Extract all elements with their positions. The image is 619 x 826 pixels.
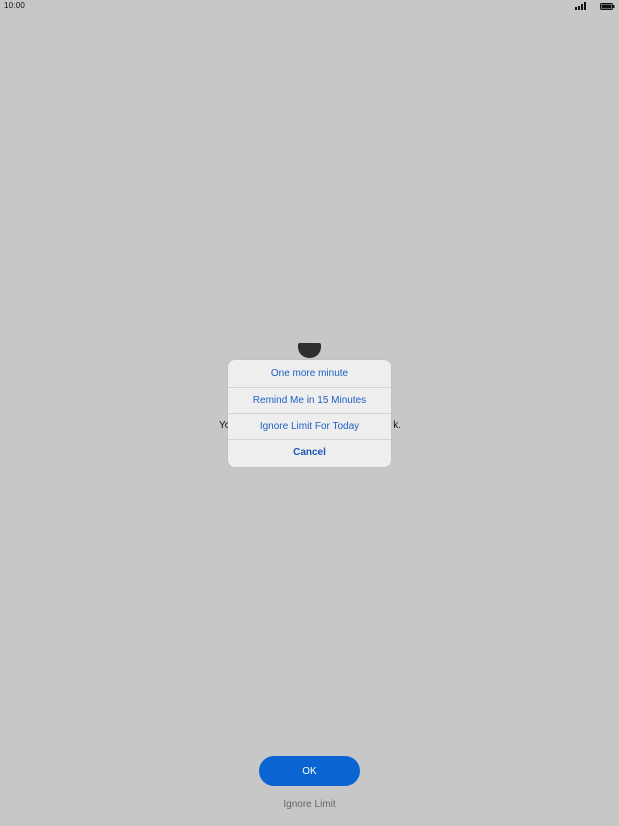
one-more-minute-option[interactable]: One more minute bbox=[228, 360, 391, 387]
message-right-text: k. bbox=[393, 420, 401, 431]
cellular-signal-icon bbox=[575, 2, 586, 10]
ok-button[interactable]: OK bbox=[259, 756, 360, 786]
status-time: 10:00 bbox=[4, 1, 26, 10]
ignore-limit-today-option[interactable]: Ignore Limit For Today bbox=[228, 413, 391, 439]
ignore-limit-link[interactable]: Ignore Limit bbox=[259, 799, 360, 813]
app-icon bbox=[298, 343, 321, 358]
battery-icon bbox=[600, 3, 615, 10]
status-bar: 10:00 bbox=[0, 0, 619, 12]
remind-15-minutes-option[interactable]: Remind Me in 15 Minutes bbox=[228, 387, 391, 413]
cancel-button[interactable]: Cancel bbox=[228, 439, 391, 465]
action-sheet: One more minute Remind Me in 15 Minutes … bbox=[228, 360, 391, 467]
